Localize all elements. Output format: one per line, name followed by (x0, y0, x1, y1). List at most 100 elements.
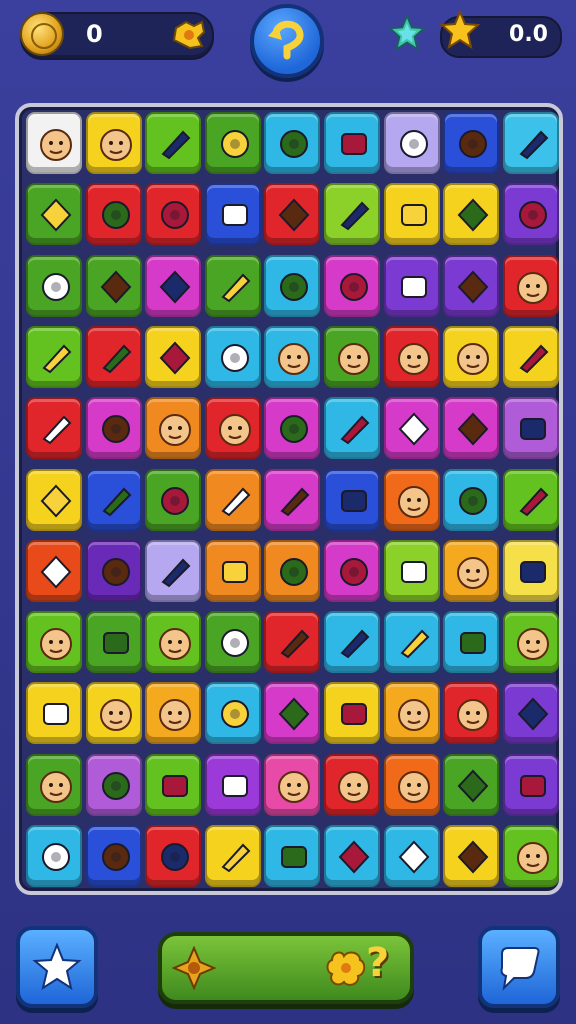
tile[interactable] (383, 254, 440, 317)
tile[interactable] (502, 539, 559, 602)
tile[interactable] (383, 825, 440, 887)
tile[interactable] (204, 325, 261, 388)
tile[interactable] (204, 753, 261, 816)
tile[interactable] (145, 682, 202, 745)
tile[interactable] (443, 753, 500, 816)
tile[interactable] (264, 611, 321, 674)
tile[interactable] (264, 254, 321, 317)
tile[interactable] (264, 397, 321, 460)
tile[interactable] (383, 183, 440, 246)
tile[interactable] (264, 112, 321, 174)
tile[interactable] (502, 468, 559, 531)
tile[interactable] (264, 325, 321, 388)
hint-bar[interactable]: ? (158, 932, 414, 1004)
tile[interactable] (204, 112, 261, 174)
tile[interactable] (502, 753, 559, 816)
tile[interactable] (145, 397, 202, 460)
tile[interactable] (324, 183, 380, 246)
tile[interactable] (443, 254, 500, 317)
tile[interactable] (502, 254, 559, 317)
tile[interactable] (26, 611, 82, 674)
tile[interactable] (324, 112, 380, 174)
tile[interactable] (204, 825, 261, 887)
tile[interactable] (85, 112, 142, 174)
tile[interactable] (383, 611, 440, 674)
tile[interactable] (443, 611, 500, 674)
tile[interactable] (204, 397, 261, 460)
tile[interactable] (204, 183, 261, 246)
tile[interactable] (443, 397, 500, 460)
tile[interactable] (443, 183, 500, 246)
tile[interactable] (324, 254, 380, 317)
tile[interactable] (26, 397, 82, 460)
tile[interactable] (26, 539, 82, 602)
tile[interactable] (26, 254, 82, 317)
tile[interactable] (145, 325, 202, 388)
tile[interactable] (502, 397, 559, 460)
tile[interactable] (264, 468, 321, 531)
tile[interactable] (324, 753, 380, 816)
tile[interactable] (502, 112, 559, 174)
tile[interactable] (502, 183, 559, 246)
tile[interactable] (85, 539, 142, 602)
tile[interactable] (145, 112, 202, 174)
tile[interactable] (264, 753, 321, 816)
tile[interactable] (502, 682, 559, 745)
tile[interactable] (264, 682, 321, 745)
tile[interactable] (383, 753, 440, 816)
tile[interactable] (145, 468, 202, 531)
tile[interactable] (324, 682, 380, 745)
tile[interactable] (324, 825, 380, 887)
tile[interactable] (85, 397, 142, 460)
tile[interactable] (324, 539, 380, 602)
tile[interactable] (324, 397, 380, 460)
tile[interactable] (26, 753, 82, 816)
undo-button[interactable] (250, 4, 324, 78)
tile[interactable] (145, 254, 202, 317)
tile[interactable] (443, 539, 500, 602)
star-button[interactable] (16, 926, 98, 1008)
tile[interactable] (85, 183, 142, 246)
tile[interactable] (204, 611, 261, 674)
tile[interactable] (264, 183, 321, 246)
tile[interactable] (145, 753, 202, 816)
tile[interactable] (26, 825, 82, 887)
tile[interactable] (26, 325, 82, 388)
tile[interactable] (85, 611, 142, 674)
tile[interactable] (264, 539, 321, 602)
tile[interactable] (443, 468, 500, 531)
tile[interactable] (26, 183, 82, 246)
tile[interactable] (85, 753, 142, 816)
tile[interactable] (145, 183, 202, 246)
tile[interactable] (383, 539, 440, 602)
tile[interactable] (502, 825, 559, 887)
tile[interactable] (324, 468, 380, 531)
tile[interactable] (85, 468, 142, 531)
tile[interactable] (145, 539, 202, 602)
tile[interactable] (145, 611, 202, 674)
tile[interactable] (204, 539, 261, 602)
tile[interactable] (324, 611, 380, 674)
tile[interactable] (26, 468, 82, 531)
tile[interactable] (502, 611, 559, 674)
tile[interactable] (85, 254, 142, 317)
tile[interactable] (204, 254, 261, 317)
tile[interactable] (383, 112, 440, 174)
tile[interactable] (324, 325, 380, 388)
tile[interactable] (85, 825, 142, 887)
tile[interactable] (443, 682, 500, 745)
tile[interactable] (383, 325, 440, 388)
chat-button[interactable] (478, 926, 560, 1008)
tile[interactable] (26, 112, 82, 174)
tile[interactable] (383, 468, 440, 531)
tile[interactable] (383, 682, 440, 745)
tile[interactable] (383, 397, 440, 460)
tile[interactable] (502, 325, 559, 388)
tile[interactable] (443, 825, 500, 887)
tile[interactable] (145, 825, 202, 887)
tile[interactable] (85, 682, 142, 745)
tile[interactable] (264, 825, 321, 887)
tile[interactable] (204, 682, 261, 745)
tile[interactable] (204, 468, 261, 531)
tile[interactable] (85, 325, 142, 388)
